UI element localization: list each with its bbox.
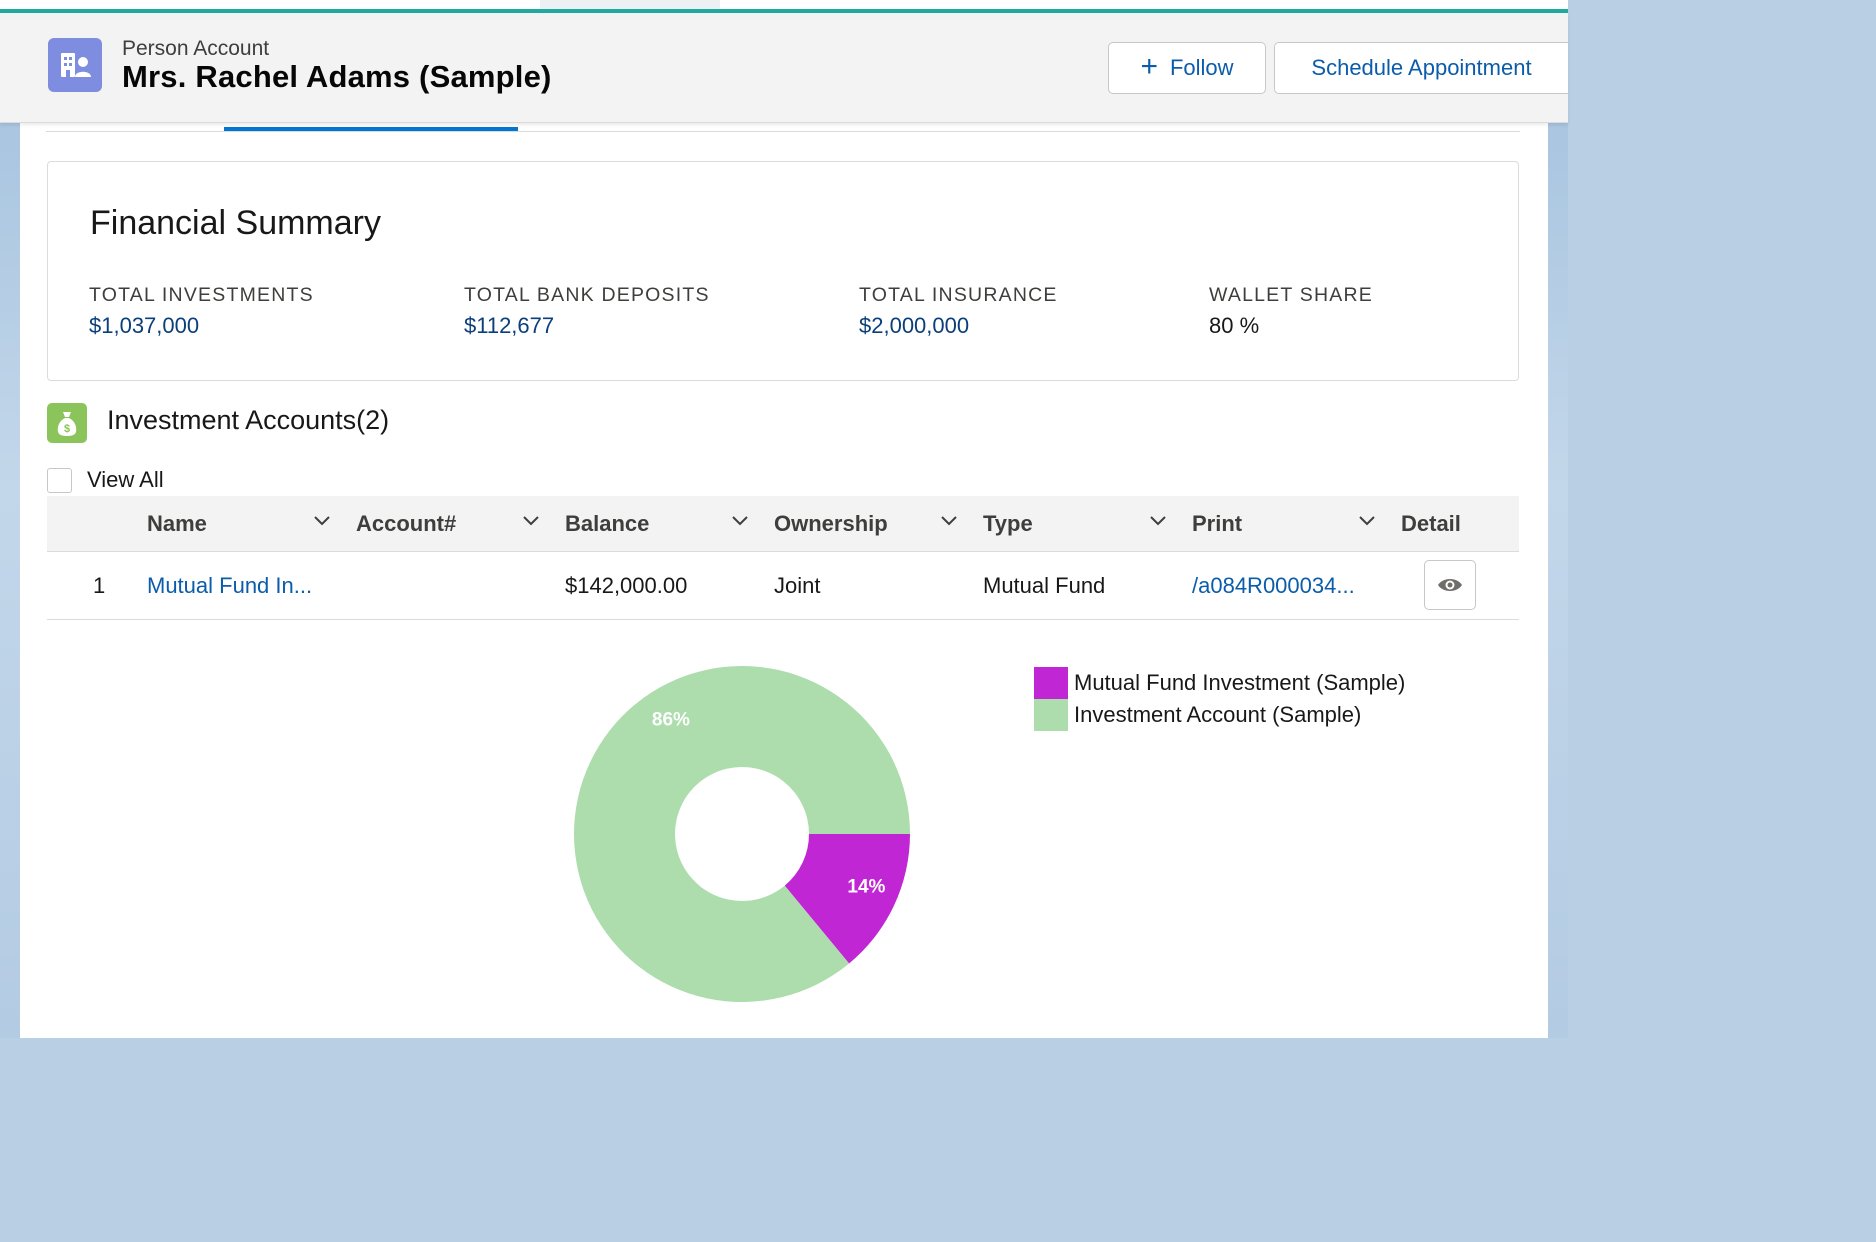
metric-total-bank-deposits: TOTAL BANK DEPOSITS $112,677: [464, 284, 710, 339]
legend-item: Investment Account (Sample): [1034, 699, 1405, 731]
column-header-name[interactable]: Name: [147, 496, 207, 551]
metric-label: TOTAL BANK DEPOSITS: [464, 284, 710, 306]
column-header-print[interactable]: Print: [1192, 496, 1242, 551]
browser-tab-hint: [540, 0, 720, 9]
chevron-down-icon[interactable]: [1150, 516, 1166, 526]
column-label: Print: [1192, 510, 1243, 536]
column-header-type[interactable]: Type: [983, 496, 1033, 551]
column-label: Name: [147, 510, 207, 536]
column-header-ownership[interactable]: Ownership: [774, 496, 888, 551]
svg-text:$: $: [64, 423, 70, 435]
print-link[interactable]: /a084R000034...: [1192, 552, 1355, 619]
background-right: [1548, 120, 1568, 1038]
follow-label: Follow: [1169, 55, 1234, 80]
column-header-account[interactable]: Account#: [356, 496, 456, 551]
legend-swatch: [1034, 699, 1068, 731]
table-row: 1 Mutual Fund In... $142,000.00 Joint Mu…: [47, 552, 1519, 620]
column-label: Type: [983, 510, 1033, 536]
view-detail-button[interactable]: [1424, 560, 1476, 610]
plus-icon: +: [1140, 49, 1158, 83]
schedule-appointment-button[interactable]: Schedule Appointment: [1274, 42, 1568, 94]
record-header: Person Account Mrs. Rachel Adams (Sample…: [0, 13, 1568, 123]
chevron-down-icon[interactable]: [523, 516, 539, 526]
legend-swatch: [1034, 667, 1068, 699]
tab-bar-divider: [46, 131, 1520, 132]
record-title: Mrs. Rachel Adams (Sample): [122, 59, 552, 94]
column-header-balance[interactable]: Balance: [565, 496, 649, 551]
table-header: Name Account# Balance Ownership Type Pri…: [47, 496, 1519, 552]
schedule-label: Schedule Appointment: [1311, 55, 1532, 80]
column-label: Ownership: [774, 510, 888, 536]
legend-label: Mutual Fund Investment (Sample): [1074, 670, 1406, 695]
metric-label: TOTAL INSURANCE: [859, 284, 1058, 306]
investment-accounts-title: Investment Accounts(2): [107, 405, 390, 435]
type-cell: Mutual Fund: [983, 572, 1106, 598]
financial-summary-card: Financial Summary TOTAL INVESTMENTS $1,0…: [47, 161, 1519, 381]
active-tab-indicator[interactable]: [224, 127, 518, 131]
metric-value: $1,037,000: [89, 313, 200, 338]
metric-label: TOTAL INVESTMENTS: [89, 284, 314, 306]
metric-value: $2,000,000: [859, 313, 970, 338]
metric-wallet-share: WALLET SHARE 80 %: [1209, 284, 1373, 339]
money-bag-icon: $: [47, 403, 87, 443]
metric-value: $112,677: [464, 313, 555, 338]
legend-item: Mutual Fund Investment (Sample): [1034, 667, 1405, 699]
balance-cell: $142,000.00: [565, 572, 688, 598]
ownership-cell: Joint: [774, 572, 821, 598]
eye-icon: [1438, 579, 1462, 591]
row-number: 1: [93, 572, 106, 598]
chart-legend: Mutual Fund Investment (Sample) Investme…: [1034, 667, 1405, 731]
app-top-bar: [0, 0, 1568, 13]
view-all-label[interactable]: View All: [87, 467, 164, 493]
financial-summary-title: Financial Summary: [90, 204, 381, 242]
column-label: Balance: [565, 510, 650, 536]
chevron-down-icon[interactable]: [941, 516, 957, 526]
metric-total-investments: TOTAL INVESTMENTS $1,037,000: [89, 284, 314, 339]
legend-label: Investment Account (Sample): [1074, 702, 1362, 727]
account-name-link[interactable]: Mutual Fund In...: [147, 552, 312, 619]
donut-slice-label: 86%: [652, 710, 690, 731]
metric-value: 80 %: [1209, 313, 1260, 338]
chevron-down-icon[interactable]: [732, 516, 748, 526]
metric-label: WALLET SHARE: [1209, 284, 1373, 306]
object-label: Person Account: [122, 37, 270, 60]
view-all-checkbox[interactable]: [47, 468, 72, 493]
column-label: Account#: [356, 510, 457, 536]
chevron-down-icon[interactable]: [314, 516, 330, 526]
background-left: [0, 120, 20, 1038]
donut-slice-label: 14%: [847, 877, 885, 898]
chevron-down-icon[interactable]: [1359, 516, 1375, 526]
follow-button[interactable]: + Follow: [1108, 42, 1266, 94]
column-label: Detail: [1401, 510, 1461, 536]
main-content: Financial Summary TOTAL INVESTMENTS $1,0…: [20, 122, 1548, 1038]
column-header-detail: Detail: [1401, 496, 1461, 551]
person-account-icon: [48, 38, 102, 92]
metric-total-insurance: TOTAL INSURANCE $2,000,000: [859, 284, 1058, 339]
